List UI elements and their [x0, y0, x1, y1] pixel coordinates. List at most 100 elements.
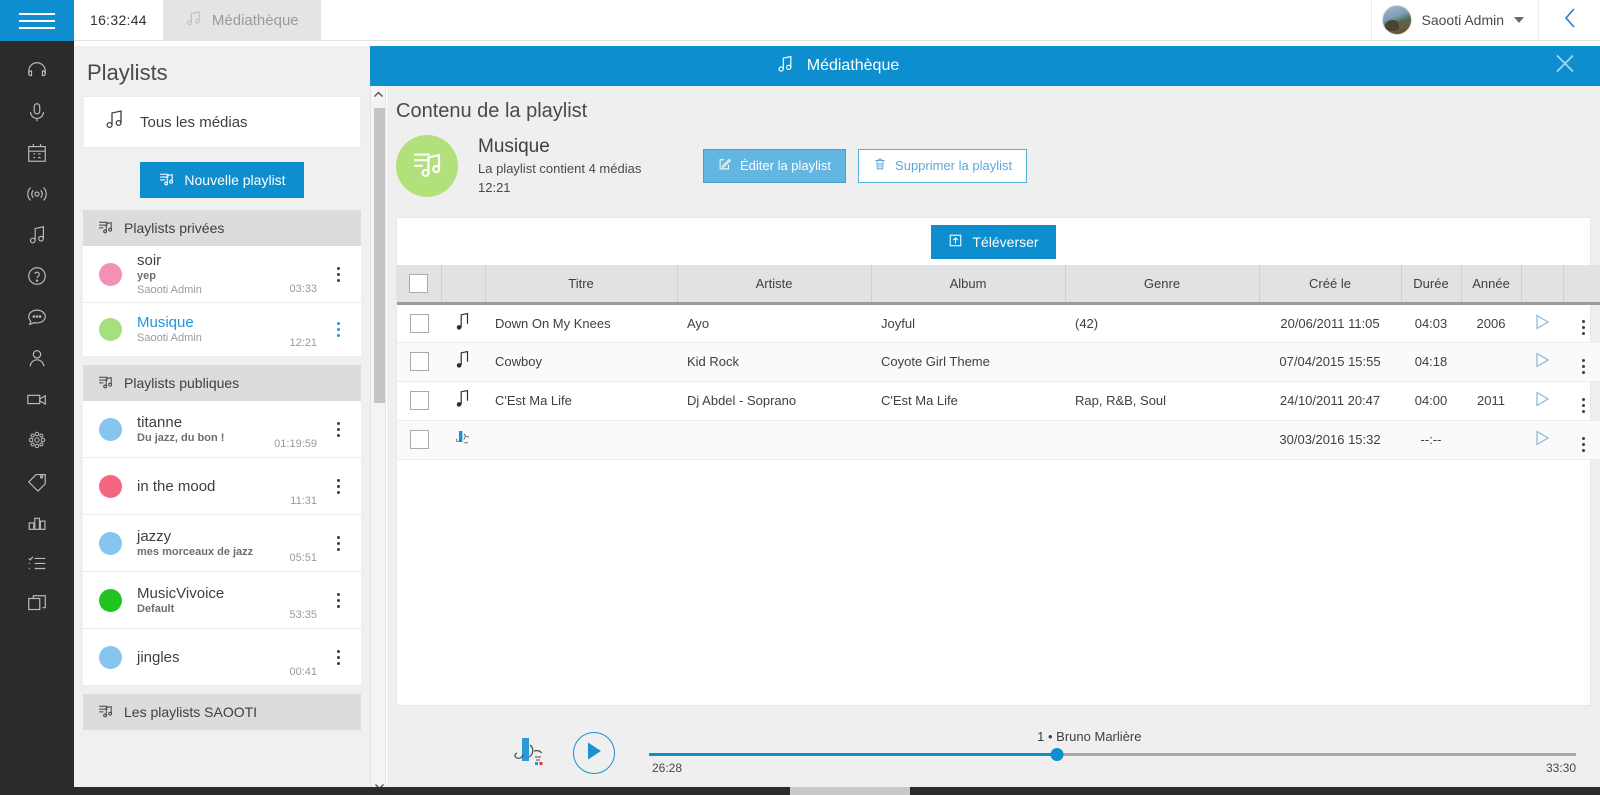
header-actions: [1563, 265, 1600, 305]
row-play-cell: [1521, 342, 1563, 382]
playlist-options-button[interactable]: [327, 592, 349, 608]
header-genre[interactable]: Genre: [1065, 265, 1260, 305]
group-header-private[interactable]: Playlists privées: [83, 210, 361, 246]
progress-handle[interactable]: [1050, 748, 1064, 761]
row-play-cell: [1521, 381, 1563, 421]
table-row[interactable]: Cowboy Kid Rock Coyote Girl Theme 07/04/…: [397, 342, 1600, 382]
rail-item-broadcast[interactable]: [0, 176, 74, 217]
tab-label: Médiathèque: [211, 11, 299, 29]
playlist-options-button[interactable]: [327, 478, 349, 494]
upload-button[interactable]: Téléverser: [931, 224, 1056, 259]
list-item[interactable]: in the mood 11:31: [83, 458, 361, 515]
bar-chart-icon: [26, 511, 48, 538]
playlist-name: in the mood: [137, 477, 216, 495]
rail-item-media-library[interactable]: [0, 217, 74, 258]
playlist-options-button[interactable]: [327, 322, 349, 337]
rail-item-calendar[interactable]: [0, 135, 74, 176]
row-options-button[interactable]: [1581, 397, 1585, 413]
page-subtitle: Contenu de la playlist: [396, 100, 588, 122]
playlist-duration: 53:35: [289, 609, 317, 621]
row-duration: 04:00: [1401, 381, 1461, 421]
group-header-public[interactable]: Playlists publiques: [83, 365, 361, 401]
video-camera-icon: [25, 388, 49, 415]
playlist-color-dot: [99, 417, 122, 441]
tab-mediatheque[interactable]: Médiathèque: [162, 0, 321, 40]
playlist-options-button[interactable]: [327, 421, 349, 437]
playlist-color-dot: [99, 262, 122, 286]
collapse-panel-button[interactable]: [1538, 0, 1600, 40]
rail-item-tags[interactable]: [0, 463, 74, 504]
playlist-title: Musique: [478, 136, 550, 157]
playlist-icon: [97, 373, 114, 393]
header-type: [441, 265, 486, 305]
header-created[interactable]: Créé le: [1259, 265, 1402, 305]
track-progress[interactable]: 1 • Bruno Marlière 26:28 33:30: [649, 725, 1576, 781]
play-pause-button[interactable]: [573, 732, 615, 774]
chevron-down-icon: [1514, 17, 1524, 23]
header-duration[interactable]: Durée: [1401, 265, 1462, 305]
rail-item-participants[interactable]: [0, 340, 74, 381]
row-type-cell: [441, 303, 485, 343]
play-icon[interactable]: [1533, 430, 1551, 450]
list-item[interactable]: jingles 00:41: [83, 629, 361, 686]
table-row[interactable]: C'Est Ma Life Dj Abdel - Soprano C'Est M…: [397, 381, 1600, 421]
group-header-saooti[interactable]: Les playlists SAOOTI: [83, 694, 361, 730]
scrollbar-thumb[interactable]: [374, 108, 385, 403]
progress-fill: [649, 753, 1057, 756]
upload-icon: [948, 233, 963, 251]
cafe-logo-icon: [453, 431, 473, 451]
scroll-up-icon[interactable]: [371, 86, 385, 103]
row-checkbox[interactable]: [409, 313, 429, 333]
list-item[interactable]: Musique Saooti Admin 12:21: [83, 303, 361, 357]
rail-item-statistics[interactable]: [0, 504, 74, 545]
rail-item-video[interactable]: [0, 381, 74, 422]
playlist-options-button[interactable]: [327, 266, 349, 282]
rail-item-workspaces[interactable]: [0, 586, 74, 627]
row-checkbox[interactable]: [409, 352, 429, 371]
rail-item-checklist[interactable]: [0, 545, 74, 586]
header-artist[interactable]: Artiste: [677, 265, 872, 305]
progress-track[interactable]: [649, 753, 1576, 756]
play-icon[interactable]: [1533, 313, 1551, 334]
table-row[interactable]: 30/03/2016 15:32 --:--: [397, 420, 1600, 460]
user-menu[interactable]: Saooti Admin: [1370, 0, 1539, 40]
row-checkbox[interactable]: [409, 430, 429, 449]
new-playlist-button[interactable]: Nouvelle playlist: [140, 162, 304, 198]
list-item[interactable]: jazzy mes morceaux de jazz 05:51: [83, 515, 361, 572]
edit-playlist-label: Éditer la playlist: [740, 158, 832, 173]
edit-playlist-button[interactable]: Éditer la playlist: [703, 148, 847, 183]
header-album[interactable]: Album: [871, 265, 1066, 305]
music-note-icon: [775, 54, 795, 79]
row-options-button[interactable]: [1581, 358, 1585, 374]
playlist-name: Musique: [137, 314, 194, 331]
list-item[interactable]: soir yep Saooti Admin 03:33: [83, 246, 361, 303]
row-year: 2011: [1461, 381, 1521, 421]
select-all-checkbox[interactable]: [409, 273, 429, 293]
playlist-panel-scrollbar[interactable]: [370, 86, 386, 795]
delete-playlist-label: Supprimer la playlist: [895, 158, 1013, 173]
header-year[interactable]: Année: [1461, 265, 1522, 305]
all-media-item[interactable]: Tous les médias: [83, 96, 361, 148]
row-checkbox[interactable]: [409, 391, 429, 410]
play-icon[interactable]: [1533, 391, 1551, 411]
header-title[interactable]: Titre: [485, 265, 678, 305]
playlist-options-button[interactable]: [327, 535, 349, 551]
delete-playlist-button[interactable]: Supprimer la playlist: [858, 148, 1028, 183]
play-icon[interactable]: [1533, 352, 1551, 372]
playlist-options-button[interactable]: [327, 649, 349, 665]
row-year: [1461, 342, 1521, 382]
list-item[interactable]: titanne Du jazz, du bon ! 01:19:59: [83, 401, 361, 458]
rail-item-microphone[interactable]: [0, 94, 74, 135]
row-genre: (42): [1065, 303, 1259, 343]
list-item[interactable]: MusicVivoice Default 53:35: [83, 572, 361, 629]
table-row[interactable]: Down On My Knees Ayo Joyful (42) 20/06/2…: [397, 303, 1600, 343]
rail-item-help[interactable]: [0, 258, 74, 299]
row-options-button[interactable]: [1581, 320, 1585, 335]
rail-item-headphones[interactable]: [0, 53, 74, 94]
tag-icon: [26, 470, 48, 497]
rail-item-messages[interactable]: [0, 299, 74, 340]
close-icon[interactable]: [1552, 51, 1578, 82]
rail-item-network[interactable]: [0, 422, 74, 463]
row-options-button[interactable]: [1581, 436, 1585, 452]
hamburger-menu-icon[interactable]: [0, 0, 74, 41]
